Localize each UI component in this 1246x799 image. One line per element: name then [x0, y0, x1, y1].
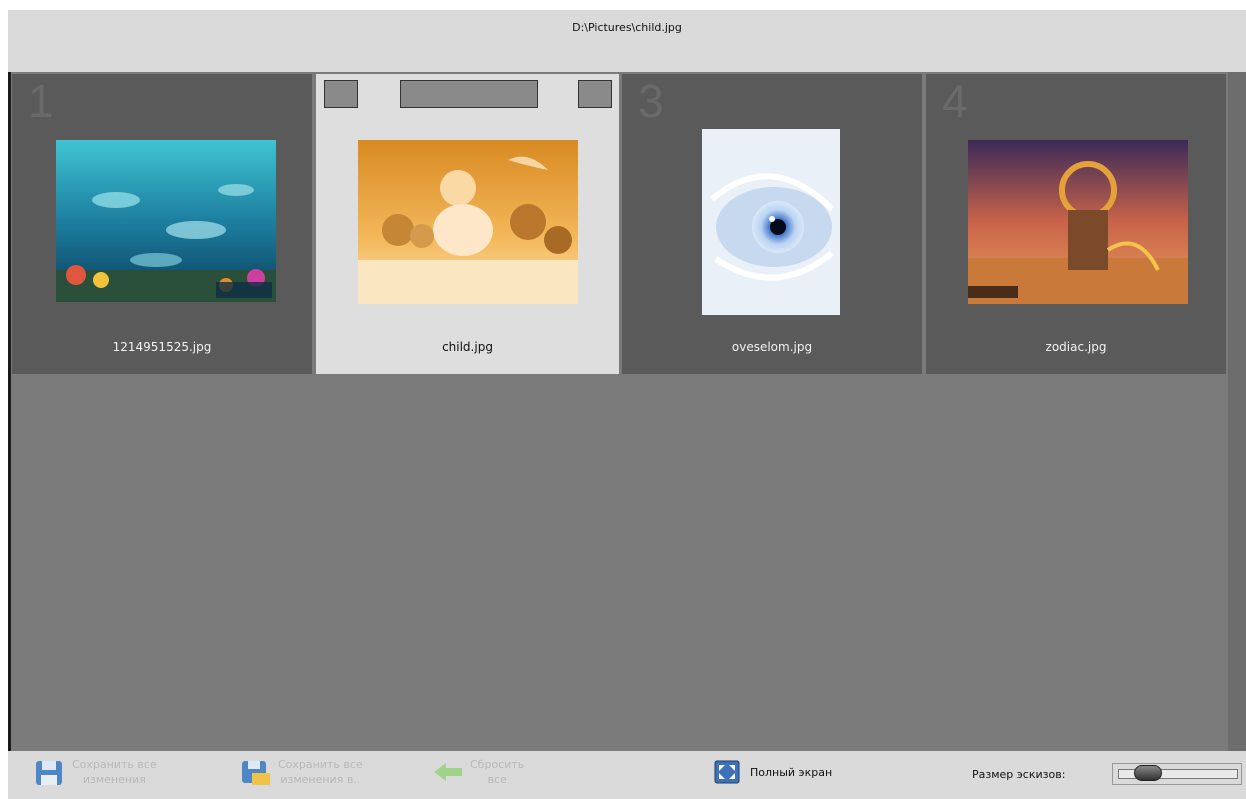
fullscreen-icon	[714, 760, 740, 784]
save-all-to-button[interactable]: Сохранить все изменения в..	[240, 757, 363, 787]
thumbnail-gallery[interactable]: 1 1214951525.jpg child.jpg 3 oveselom.jp…	[8, 72, 1246, 751]
thumbnail-card-4[interactable]: 4 zodiac.jpg	[926, 74, 1226, 374]
thumbnail-control-center[interactable]	[400, 80, 538, 108]
save-all-to-label-line1: Сохранить все	[278, 758, 363, 771]
thumbnail-filename: oveselom.jpg	[731, 340, 813, 354]
thumbnail-card-3[interactable]: 3 oveselom.jpg	[622, 74, 922, 374]
window-title-bar: D:\Pictures\child.jpg	[8, 10, 1246, 72]
thumb-size-label-wrap: Размер эскизов:	[972, 767, 1065, 782]
fullscreen-label: Полный экран	[750, 765, 833, 779]
reset-all-label-line2: все	[487, 773, 507, 786]
save-all-button[interactable]: Сохранить все изменения	[34, 757, 157, 787]
save-all-label-line1: Сохранить все	[72, 758, 157, 771]
zodiac-desert-image	[968, 140, 1188, 304]
thumbnail-filename: child.jpg	[442, 340, 493, 354]
floppy-disk-icon	[36, 761, 62, 785]
thumb-size-slider-handle[interactable]	[1134, 765, 1162, 781]
file-path-title: D:\Pictures\child.jpg	[572, 21, 682, 34]
child-teddy-bears-image	[358, 140, 578, 304]
fullscreen-button[interactable]: Полный экран	[714, 760, 832, 784]
save-all-label-line2: изменения	[82, 773, 146, 786]
save-all-to-label-line2: изменения в..	[280, 773, 361, 786]
reset-all-button[interactable]: Сбросить все	[432, 757, 524, 787]
floppy-folder-icon	[242, 761, 270, 785]
reset-all-label-line1: Сбросить	[470, 758, 525, 771]
thumbnail-control-right[interactable]	[578, 80, 612, 108]
bottom-toolbar: Сохранить все изменения Сохранить все из…	[8, 751, 1246, 799]
thumbnail-filename: 1214951525.jpg	[112, 340, 212, 354]
thumbnail-number: 4	[942, 75, 968, 127]
thumbnail-control-left[interactable]	[324, 80, 358, 108]
arrow-left-icon	[434, 763, 462, 781]
thumbnail-number: 1	[28, 75, 54, 127]
gallery-scrollbar[interactable]	[1228, 72, 1246, 751]
thumbnail-number: 3	[638, 75, 664, 127]
thumbnail-card-2[interactable]: child.jpg	[316, 74, 619, 374]
frosted-eye-image	[702, 129, 840, 315]
thumbnail-card-1[interactable]: 1 1214951525.jpg	[12, 74, 312, 374]
underwater-scene-image	[56, 140, 276, 302]
thumbnail-filename: zodiac.jpg	[1045, 340, 1107, 354]
thumb-size-label: Размер эскизов:	[972, 768, 1066, 781]
gallery-left-edge	[8, 72, 11, 751]
